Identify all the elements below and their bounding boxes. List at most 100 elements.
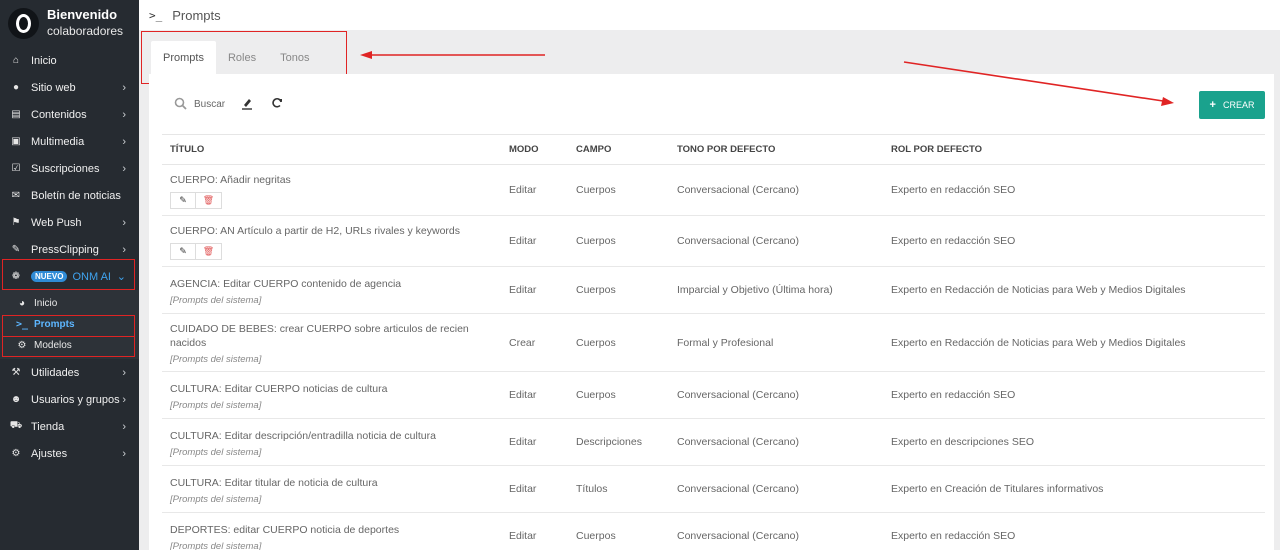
sidebar-item-label: Multimedia	[31, 135, 85, 148]
chevron-right-icon: ›	[122, 420, 126, 433]
welcome-title: Bienvenido	[47, 7, 118, 22]
column-header-campo[interactable]: CAMPO	[568, 134, 669, 165]
table-row[interactable]: CUERPO: AN Artículo a partir de H2, URLs…	[162, 215, 1265, 267]
cell-field: Títulos	[568, 465, 669, 513]
cell-field: Cuerpos	[568, 313, 669, 372]
table-row[interactable]: CULTURA: Editar titular de noticia de cu…	[162, 465, 1265, 513]
cell-role: Experto en redacción SEO	[883, 512, 1265, 550]
column-header-titulo[interactable]: TÍTULO	[162, 134, 501, 165]
tab-roles[interactable]: Roles	[216, 41, 268, 74]
cell-field: Cuerpos	[568, 266, 669, 314]
chevron-right-icon: ›	[122, 81, 126, 94]
cell-title: CULTURA: Editar titular de noticia de cu…	[162, 465, 501, 513]
cell-mode: Editar	[501, 215, 568, 267]
cell-field: Descripciones	[568, 418, 669, 466]
refresh-icon[interactable]	[271, 97, 283, 109]
table-row[interactable]: CULTURA: Editar CUERPO noticias de cultu…	[162, 371, 1265, 419]
chevron-right-icon: ›	[122, 216, 126, 229]
submenu-item-inicio[interactable]: ◕ Inicio	[0, 293, 139, 314]
logo[interactable]	[8, 7, 39, 39]
cell-tone: Conversacional (Cercano)	[669, 512, 883, 550]
sidebar-item-utilidades[interactable]: ⚒ Utilidades ›	[0, 359, 139, 386]
sidebar-item-contenidos[interactable]: ▤ Contenidos ›	[0, 101, 139, 128]
tab-prompts[interactable]: Prompts	[151, 41, 216, 74]
sidebar-header: Bienvenido colaboradores	[0, 0, 139, 46]
table-row[interactable]: CULTURA: Editar descripción/entradilla n…	[162, 418, 1265, 466]
sidebar-item-onm-ai[interactable]: ❁ NUEVO ONM AI ⌄	[0, 263, 139, 290]
sidebar-item-label: Web Push	[31, 216, 82, 229]
create-button[interactable]: + CREAR	[1199, 91, 1265, 119]
prompt-title[interactable]: CUERPO: Añadir negritas	[170, 173, 501, 187]
content-panel: Buscar + CREAR TÍTULO MODO CAMPO TONO PO…	[149, 74, 1274, 550]
cell-role: Experto en Redacción de Noticias para We…	[883, 313, 1265, 372]
table-row[interactable]: AGENCIA: Editar CUERPO contenido de agen…	[162, 266, 1265, 314]
sidebar-item-suscripciones[interactable]: ☑ Suscripciones ›	[0, 155, 139, 182]
sidebar-item-inicio[interactable]: ⌂ Inicio	[0, 47, 139, 74]
cell-tone: Conversacional (Cercano)	[669, 164, 883, 216]
search-icon[interactable]	[174, 97, 187, 110]
submenu-item-modelos[interactable]: ⚙ Modelos	[0, 335, 139, 356]
prompt-title[interactable]: CUIDADO DE BEBES: crear CUERPO sobre art…	[170, 322, 501, 350]
newspaper-icon: ▤	[11, 109, 21, 120]
prompt-title[interactable]: CULTURA: Editar CUERPO noticias de cultu…	[170, 382, 501, 396]
prompt-title[interactable]: CULTURA: Editar titular de noticia de cu…	[170, 476, 501, 490]
cell-mode: Crear	[501, 313, 568, 372]
prompt-source: [Prompts del sistema]	[170, 446, 262, 458]
pencil-icon: ✎	[179, 195, 187, 205]
sidebar-item-web-push[interactable]: ⚑ Web Push ›	[0, 209, 139, 236]
eraser-icon[interactable]	[241, 97, 253, 110]
prompt-title[interactable]: DEPORTES: editar CUERPO noticia de depor…	[170, 523, 501, 537]
column-header-tono[interactable]: TONO POR DEFECTO	[669, 134, 883, 165]
search-input[interactable]: Buscar	[194, 99, 225, 110]
sidebar-item-ajustes[interactable]: ⚙ Ajustes ›	[0, 440, 139, 467]
cell-mode: Editar	[501, 512, 568, 550]
prompt-title[interactable]: CUERPO: AN Artículo a partir de H2, URLs…	[170, 224, 501, 238]
cell-title: AGENCIA: Editar CUERPO contenido de agen…	[162, 266, 501, 314]
sidebar-item-label: Sitio web	[31, 81, 76, 94]
sidebar-item-pressclipping[interactable]: ✎ PressClipping ›	[0, 236, 139, 263]
row-actions: ✎ 🗑	[170, 243, 501, 260]
table-header-row: TÍTULO MODO CAMPO TONO POR DEFECTO ROL P…	[162, 134, 1265, 165]
table-row[interactable]: CUERPO: Añadir negritas ✎ 🗑 Editar Cuerpo…	[162, 164, 1265, 216]
delete-button[interactable]: 🗑	[196, 192, 222, 209]
plus-icon: +	[1209, 99, 1216, 111]
paperclip-icon: ✎	[11, 244, 21, 255]
prompt-title[interactable]: CULTURA: Editar descripción/entradilla n…	[170, 429, 501, 443]
wrench-icon: ⚒	[11, 367, 21, 378]
onm-ai-submenu: ◕ Inicio >_ Prompts ⚙ Modelos	[0, 290, 139, 359]
tab-bar: Prompts Roles Tonos	[151, 41, 321, 74]
cell-mode: Editar	[501, 371, 568, 419]
tab-tonos[interactable]: Tonos	[268, 41, 321, 74]
sidebar-item-usuarios[interactable]: ☻ Usuarios y grupos ›	[0, 386, 139, 413]
table-row[interactable]: CUIDADO DE BEBES: crear CUERPO sobre art…	[162, 313, 1265, 372]
cell-mode: Editar	[501, 418, 568, 466]
sidebar-item-label: Inicio	[31, 54, 57, 67]
sidebar-item-sitio-web[interactable]: ● Sitio web ›	[0, 74, 139, 101]
cell-role: Experto en redacción SEO	[883, 215, 1265, 267]
sidebar-item-multimedia[interactable]: ▣ Multimedia ›	[0, 128, 139, 155]
submenu-item-prompts[interactable]: >_ Prompts	[0, 314, 139, 335]
cell-title: CULTURA: Editar descripción/entradilla n…	[162, 418, 501, 466]
sidebar-item-tienda[interactable]: ⛟ Tienda ›	[0, 413, 139, 440]
cell-tone: Conversacional (Cercano)	[669, 418, 883, 466]
chevron-right-icon: ›	[122, 162, 126, 175]
column-header-modo[interactable]: MODO	[501, 134, 568, 165]
sidebar-item-label: Contenidos	[31, 108, 87, 121]
cell-tone: Conversacional (Cercano)	[669, 371, 883, 419]
delete-button[interactable]: 🗑	[196, 243, 222, 260]
cell-title: CUERPO: AN Artículo a partir de H2, URLs…	[162, 215, 501, 267]
table-row[interactable]: DEPORTES: editar CUERPO noticia de depor…	[162, 512, 1265, 550]
trash-icon: 🗑	[202, 246, 215, 256]
cell-title: DEPORTES: editar CUERPO noticia de depor…	[162, 512, 501, 550]
bell-icon: ⚑	[11, 217, 21, 228]
prompt-title[interactable]: AGENCIA: Editar CUERPO contenido de agen…	[170, 277, 501, 291]
cell-field: Cuerpos	[568, 371, 669, 419]
sidebar-item-label: Suscripciones	[31, 162, 100, 175]
sidebar-item-boletin[interactable]: ✉ Boletín de noticias	[0, 182, 139, 209]
column-header-rol[interactable]: ROL POR DEFECTO	[883, 134, 1265, 165]
cell-tone: Imparcial y Objetivo (Última hora)	[669, 266, 883, 314]
cell-tone: Conversacional (Cercano)	[669, 465, 883, 513]
envelope-icon: ✉	[11, 190, 21, 201]
edit-button[interactable]: ✎	[170, 192, 196, 209]
edit-button[interactable]: ✎	[170, 243, 196, 260]
